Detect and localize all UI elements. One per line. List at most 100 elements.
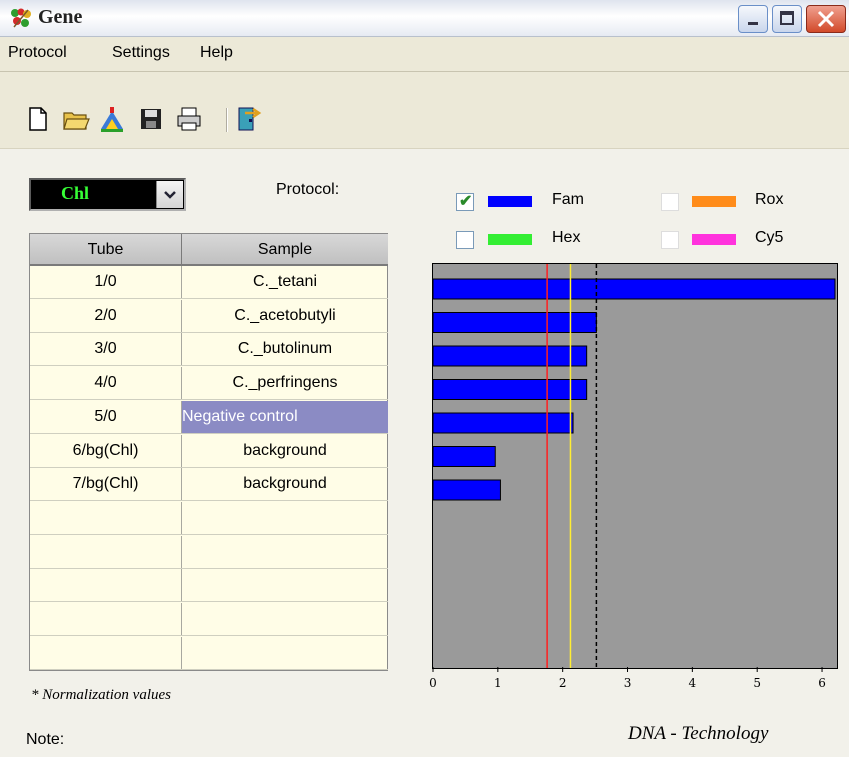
- tube-cell[interactable]: [30, 569, 182, 602]
- sample-cell[interactable]: [182, 502, 388, 534]
- channel-select-value: Chl: [61, 183, 90, 203]
- tube-cell[interactable]: [30, 603, 182, 635]
- fam-label: Fam: [552, 191, 584, 208]
- table-row[interactable]: 3/0 C._butolinum: [30, 333, 388, 367]
- table-row[interactable]: [30, 501, 388, 535]
- menu-help[interactable]: Help: [200, 44, 233, 62]
- sample-cell[interactable]: Negative control: [182, 400, 388, 433]
- note-label: Note:: [26, 731, 65, 748]
- table-row[interactable]: [30, 636, 388, 670]
- table-row[interactable]: 1/0 C._tetani: [30, 266, 388, 299]
- menu-settings[interactable]: Settings: [112, 44, 170, 62]
- x-tick-label: 6: [818, 676, 826, 690]
- table-row[interactable]: 5/0 Negative control: [30, 400, 388, 434]
- table-row[interactable]: [30, 569, 388, 603]
- tube-cell[interactable]: 6/bg(Chl): [30, 434, 182, 467]
- maximize-icon: [780, 11, 794, 25]
- bar-2/0: [432, 312, 597, 333]
- gene-app-icon: [11, 8, 31, 28]
- minimize-button[interactable]: [738, 5, 768, 33]
- table-row[interactable]: [30, 535, 388, 569]
- channel-select[interactable]: Chl: [29, 178, 186, 211]
- table-row[interactable]: 2/0 C._acetobutyli: [30, 299, 388, 333]
- new-file-icon[interactable]: [24, 105, 52, 133]
- hex-color-swatch: [488, 234, 532, 245]
- bar-7/bg(Chl): [432, 479, 501, 501]
- checkmark-icon: ✔: [459, 193, 473, 210]
- toolbar: [0, 72, 849, 149]
- tube-cell[interactable]: [30, 535, 182, 568]
- sample-cell[interactable]: C._butolinum: [182, 333, 388, 365]
- bar-1/0: [432, 278, 836, 300]
- sample-cell[interactable]: C._tetani: [182, 266, 388, 298]
- fam-checkbox[interactable]: ✔: [456, 193, 474, 211]
- dropdown-button[interactable]: [156, 181, 183, 208]
- cy5-checkbox[interactable]: [661, 231, 679, 249]
- normalization-note: * Normalization values: [31, 687, 172, 703]
- main-panel: Chl Protocol: Tube Sample 1/0 C._tetani 2/…: [0, 149, 849, 757]
- menu-protocol[interactable]: Protocol: [8, 44, 67, 62]
- sample-cell[interactable]: [182, 637, 388, 669]
- tube-cell[interactable]: 2/0: [30, 299, 182, 332]
- tube-cell[interactable]: [30, 501, 182, 534]
- minimize-icon: [748, 22, 758, 25]
- x-tick-label: 3: [624, 676, 632, 690]
- bar-4/0: [432, 379, 588, 400]
- normalization-chart: [432, 263, 838, 669]
- close-icon: [817, 10, 835, 28]
- close-button[interactable]: [806, 5, 846, 33]
- rox-label: Rox: [755, 191, 784, 208]
- bar-6/bg(Chl): [432, 446, 496, 467]
- fam-color-swatch: [488, 196, 532, 207]
- sample-cell[interactable]: [182, 603, 388, 635]
- table-row[interactable]: 6/bg(Chl) background: [30, 434, 388, 468]
- samples-table: Tube Sample 1/0 C._tetani 2/0 C._acetobutyl…: [29, 233, 388, 671]
- save-disk-icon[interactable]: [137, 105, 165, 133]
- column-header-tube[interactable]: Tube: [30, 234, 182, 266]
- sample-cell[interactable]: background: [182, 435, 388, 467]
- x-tick-label: 1: [494, 676, 502, 690]
- x-tick-label: 0: [429, 676, 437, 690]
- tube-cell[interactable]: 1/0: [30, 266, 182, 298]
- cy5-color-swatch: [692, 234, 736, 245]
- table-row[interactable]: 7/bg(Chl) background: [30, 468, 388, 502]
- toolbar-separator: [226, 108, 227, 132]
- sample-cell[interactable]: [182, 536, 388, 568]
- maximize-button[interactable]: [772, 5, 802, 33]
- brand-logo-text: DNA - Technology: [628, 723, 769, 744]
- title-bar[interactable]: Gene: [0, 0, 849, 37]
- chart-plot-area: [432, 264, 836, 668]
- protocol-label: Protocol:: [276, 181, 340, 198]
- rox-checkbox[interactable]: [661, 193, 679, 211]
- menu-bar: Protocol Settings Help: [0, 37, 849, 72]
- bar-3/0: [432, 345, 588, 367]
- sample-cell[interactable]: background: [182, 468, 388, 500]
- hex-checkbox[interactable]: [456, 231, 474, 249]
- gene-window: Gene Protocol Settings Help Chl Protocol…: [0, 0, 849, 757]
- x-axis: 0 1 2 3 4 5 6: [429, 667, 826, 690]
- sample-cell[interactable]: C._acetobutyli: [182, 300, 388, 332]
- cy5-label: Cy5: [755, 229, 784, 246]
- chevron-down-icon: [164, 191, 176, 199]
- x-tick-label: 5: [753, 676, 761, 690]
- table-row[interactable]: [30, 603, 388, 636]
- rox-color-swatch: [692, 196, 736, 207]
- sample-cell[interactable]: [182, 569, 388, 601]
- x-tick-label: 4: [689, 676, 697, 690]
- tube-cell[interactable]: 3/0: [30, 333, 182, 366]
- print-icon[interactable]: [175, 105, 203, 133]
- chart-wizard-icon[interactable]: [98, 105, 126, 133]
- tube-cell[interactable]: 5/0: [30, 400, 182, 433]
- x-tick-label: 2: [559, 676, 567, 690]
- exit-door-icon[interactable]: [235, 105, 263, 133]
- open-folder-icon[interactable]: [62, 105, 90, 133]
- sample-cell[interactable]: C._perfringens: [182, 367, 388, 399]
- window-title: Gene: [38, 6, 83, 28]
- tube-cell[interactable]: [30, 636, 182, 669]
- bar-5/0: [432, 412, 574, 434]
- table-row[interactable]: 4/0 C._perfringens: [30, 367, 388, 401]
- column-header-sample[interactable]: Sample: [182, 234, 388, 266]
- tube-cell[interactable]: 7/bg(Chl): [30, 468, 182, 501]
- hex-label: Hex: [552, 229, 581, 246]
- tube-cell[interactable]: 4/0: [30, 367, 182, 400]
